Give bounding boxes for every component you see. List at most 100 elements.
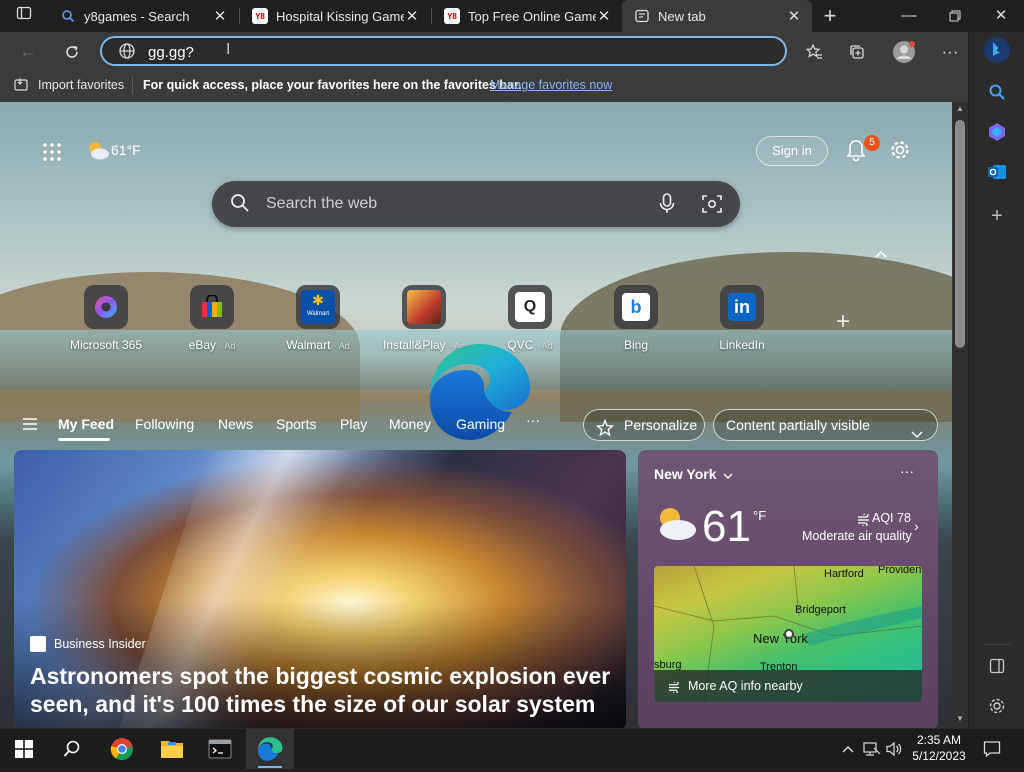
linkedin-glyph: in xyxy=(728,293,756,321)
aq-info-bar[interactable]: More AQ info nearby xyxy=(654,670,922,702)
close-tab-icon[interactable]: ✕ xyxy=(596,7,612,25)
close-window-icon[interactable]: ✕ xyxy=(978,0,1024,32)
aqi-value[interactable]: AQI 78 xyxy=(872,511,911,525)
restore-icon[interactable] xyxy=(932,0,978,32)
apps-launcher-icon[interactable] xyxy=(42,142,62,167)
minimize-icon[interactable]: — xyxy=(886,0,932,32)
add-sidebar-app-icon[interactable]: + xyxy=(983,202,1011,230)
system-clock[interactable]: 2:35 AM 5/12/2023 xyxy=(906,732,972,764)
page-scrollbar[interactable]: ▲ ▼ xyxy=(952,102,968,728)
ebay-icon xyxy=(190,285,234,329)
favorites-bar: Import favorites For quick access, place… xyxy=(0,70,968,102)
quick-link-linkedin[interactable]: in LinkedIn xyxy=(690,285,794,352)
collapse-quick-links-icon[interactable] xyxy=(874,246,888,262)
close-tab-icon[interactable]: ✕ xyxy=(404,7,420,25)
partly-cloudy-icon xyxy=(84,138,112,167)
scroll-down-icon[interactable]: ▼ xyxy=(956,714,964,723)
linkedin-icon: in xyxy=(720,285,764,329)
web-search-box[interactable] xyxy=(212,181,740,227)
header-temperature[interactable]: 61°F xyxy=(111,142,141,158)
refresh-icon[interactable] xyxy=(58,38,86,66)
notification-center-icon[interactable] xyxy=(978,735,1006,763)
weather-unit[interactable]: °F xyxy=(753,508,766,523)
sidebar-settings-icon[interactable] xyxy=(983,692,1011,720)
add-quick-link-icon[interactable]: + xyxy=(836,308,850,336)
taskbar-search-icon[interactable] xyxy=(58,735,86,763)
windows-start-icon[interactable] xyxy=(10,735,38,763)
weather-card[interactable]: New York ··· 61 °F AQI 78 › Moderate air… xyxy=(638,450,938,728)
scroll-up-icon[interactable]: ▲ xyxy=(956,104,964,113)
feed-tab-news[interactable]: News xyxy=(218,416,253,432)
profile-avatar-icon[interactable] xyxy=(890,38,918,66)
news-headline[interactable]: Astronomers spot the biggest cosmic expl… xyxy=(30,662,620,718)
tab-hospital-kissing-game[interactable]: Y8 Hospital Kissing Game ✕ xyxy=(240,0,430,32)
address-bar[interactable]: I xyxy=(100,36,787,66)
news-card[interactable]: Business Insider Astronomers spot the bi… xyxy=(14,450,626,728)
visual-search-icon[interactable] xyxy=(702,194,722,219)
edge-taskbar-icon[interactable] xyxy=(256,735,284,763)
collections-icon[interactable] xyxy=(843,38,871,66)
map-label-providence: Providen xyxy=(878,566,922,576)
quick-link-bing[interactable]: b Bing xyxy=(584,285,688,352)
location-chevron-down-icon[interactable] xyxy=(722,468,734,486)
import-favorites-icon[interactable] xyxy=(14,78,30,95)
y8-icon: Y8 xyxy=(252,8,268,24)
aqi-chevron-right-icon[interactable]: › xyxy=(914,518,919,534)
weather-more-options-icon[interactable]: ··· xyxy=(900,463,914,479)
content-visibility-label: Content partially visible xyxy=(726,417,870,433)
more-menu-icon[interactable]: ··· xyxy=(936,38,964,66)
feed-more-button[interactable]: ··· xyxy=(526,412,540,428)
quick-link-ebay[interactable]: eBay · Ad xyxy=(160,285,264,352)
search-sidebar-icon[interactable] xyxy=(983,78,1011,106)
feed-navigation: My Feed Following News Sports Play Money… xyxy=(0,408,952,442)
personalize-button[interactable]: Personalize xyxy=(583,409,705,441)
new-tab-plus-icon[interactable]: + xyxy=(816,2,844,30)
favbar-divider xyxy=(132,76,133,94)
chrome-icon[interactable] xyxy=(108,735,136,763)
page-settings-gear-icon[interactable] xyxy=(889,139,911,166)
tab-actions-icon[interactable] xyxy=(10,2,38,30)
quick-link-label: Walmart xyxy=(286,338,331,352)
ad-label: · Ad xyxy=(333,341,350,351)
hamburger-menu-icon[interactable] xyxy=(22,417,38,436)
map-label-bridgeport: Bridgeport xyxy=(795,604,846,616)
back-icon[interactable]: ← xyxy=(14,38,42,66)
hide-sidebar-icon[interactable] xyxy=(983,652,1011,680)
weather-location[interactable]: New York xyxy=(654,466,717,482)
terminal-icon[interactable] xyxy=(206,735,234,763)
notification-badge: 5 xyxy=(864,135,880,151)
feed-tab-sports[interactable]: Sports xyxy=(276,416,316,432)
manage-favorites-link[interactable]: Manage favorites now xyxy=(490,78,612,92)
feed-tab-following[interactable]: Following xyxy=(135,416,194,432)
feed-tab-my-feed[interactable]: My Feed xyxy=(58,416,114,432)
import-favorites-button[interactable]: Import favorites xyxy=(38,78,124,92)
address-input[interactable] xyxy=(148,43,548,61)
web-search-input[interactable] xyxy=(266,193,626,215)
more-aq-info-link[interactable]: More AQ info nearby xyxy=(688,679,803,693)
tab-y8games-search[interactable]: y8games - Search ✕ xyxy=(48,0,238,32)
sign-in-button[interactable]: Sign in xyxy=(756,136,828,166)
feed-tab-money[interactable]: Money xyxy=(389,416,431,432)
quick-link-microsoft-365[interactable]: Microsoft 365 xyxy=(54,285,158,352)
content-visibility-dropdown[interactable]: Content partially visible xyxy=(713,409,938,441)
file-explorer-icon[interactable] xyxy=(158,735,186,763)
search-icon xyxy=(230,193,250,218)
feed-tab-play[interactable]: Play xyxy=(340,416,367,432)
tab-top-free-online-games[interactable]: Y8 Top Free Online Games ✕ xyxy=(432,0,622,32)
air-quality-map[interactable]: Hartford Providen Bridgeport New York sb… xyxy=(654,566,922,702)
copilot-sidebar-icon[interactable] xyxy=(983,118,1011,146)
feed-tab-gaming[interactable]: Gaming xyxy=(456,416,505,432)
tab-title: New tab xyxy=(658,8,706,24)
favorites-star-icon[interactable] xyxy=(800,38,828,66)
close-tab-icon[interactable]: ✕ xyxy=(786,7,802,25)
toolbar: ← I ··· xyxy=(0,32,1024,70)
close-tab-icon[interactable]: ✕ xyxy=(212,7,228,25)
tab-new-tab[interactable]: New tab ✕ xyxy=(622,0,812,32)
tab-strip: y8games - Search ✕ Y8 Hospital Kissing G… xyxy=(0,0,1024,32)
microphone-icon[interactable] xyxy=(659,193,675,220)
scrollbar-thumb[interactable] xyxy=(955,120,965,348)
volume-icon[interactable] xyxy=(880,735,908,763)
outlook-icon[interactable] xyxy=(983,158,1011,186)
quick-link-walmart[interactable]: ✱ Walmart Walmart · Ad xyxy=(266,285,370,352)
bing-chat-icon[interactable] xyxy=(983,36,1011,64)
